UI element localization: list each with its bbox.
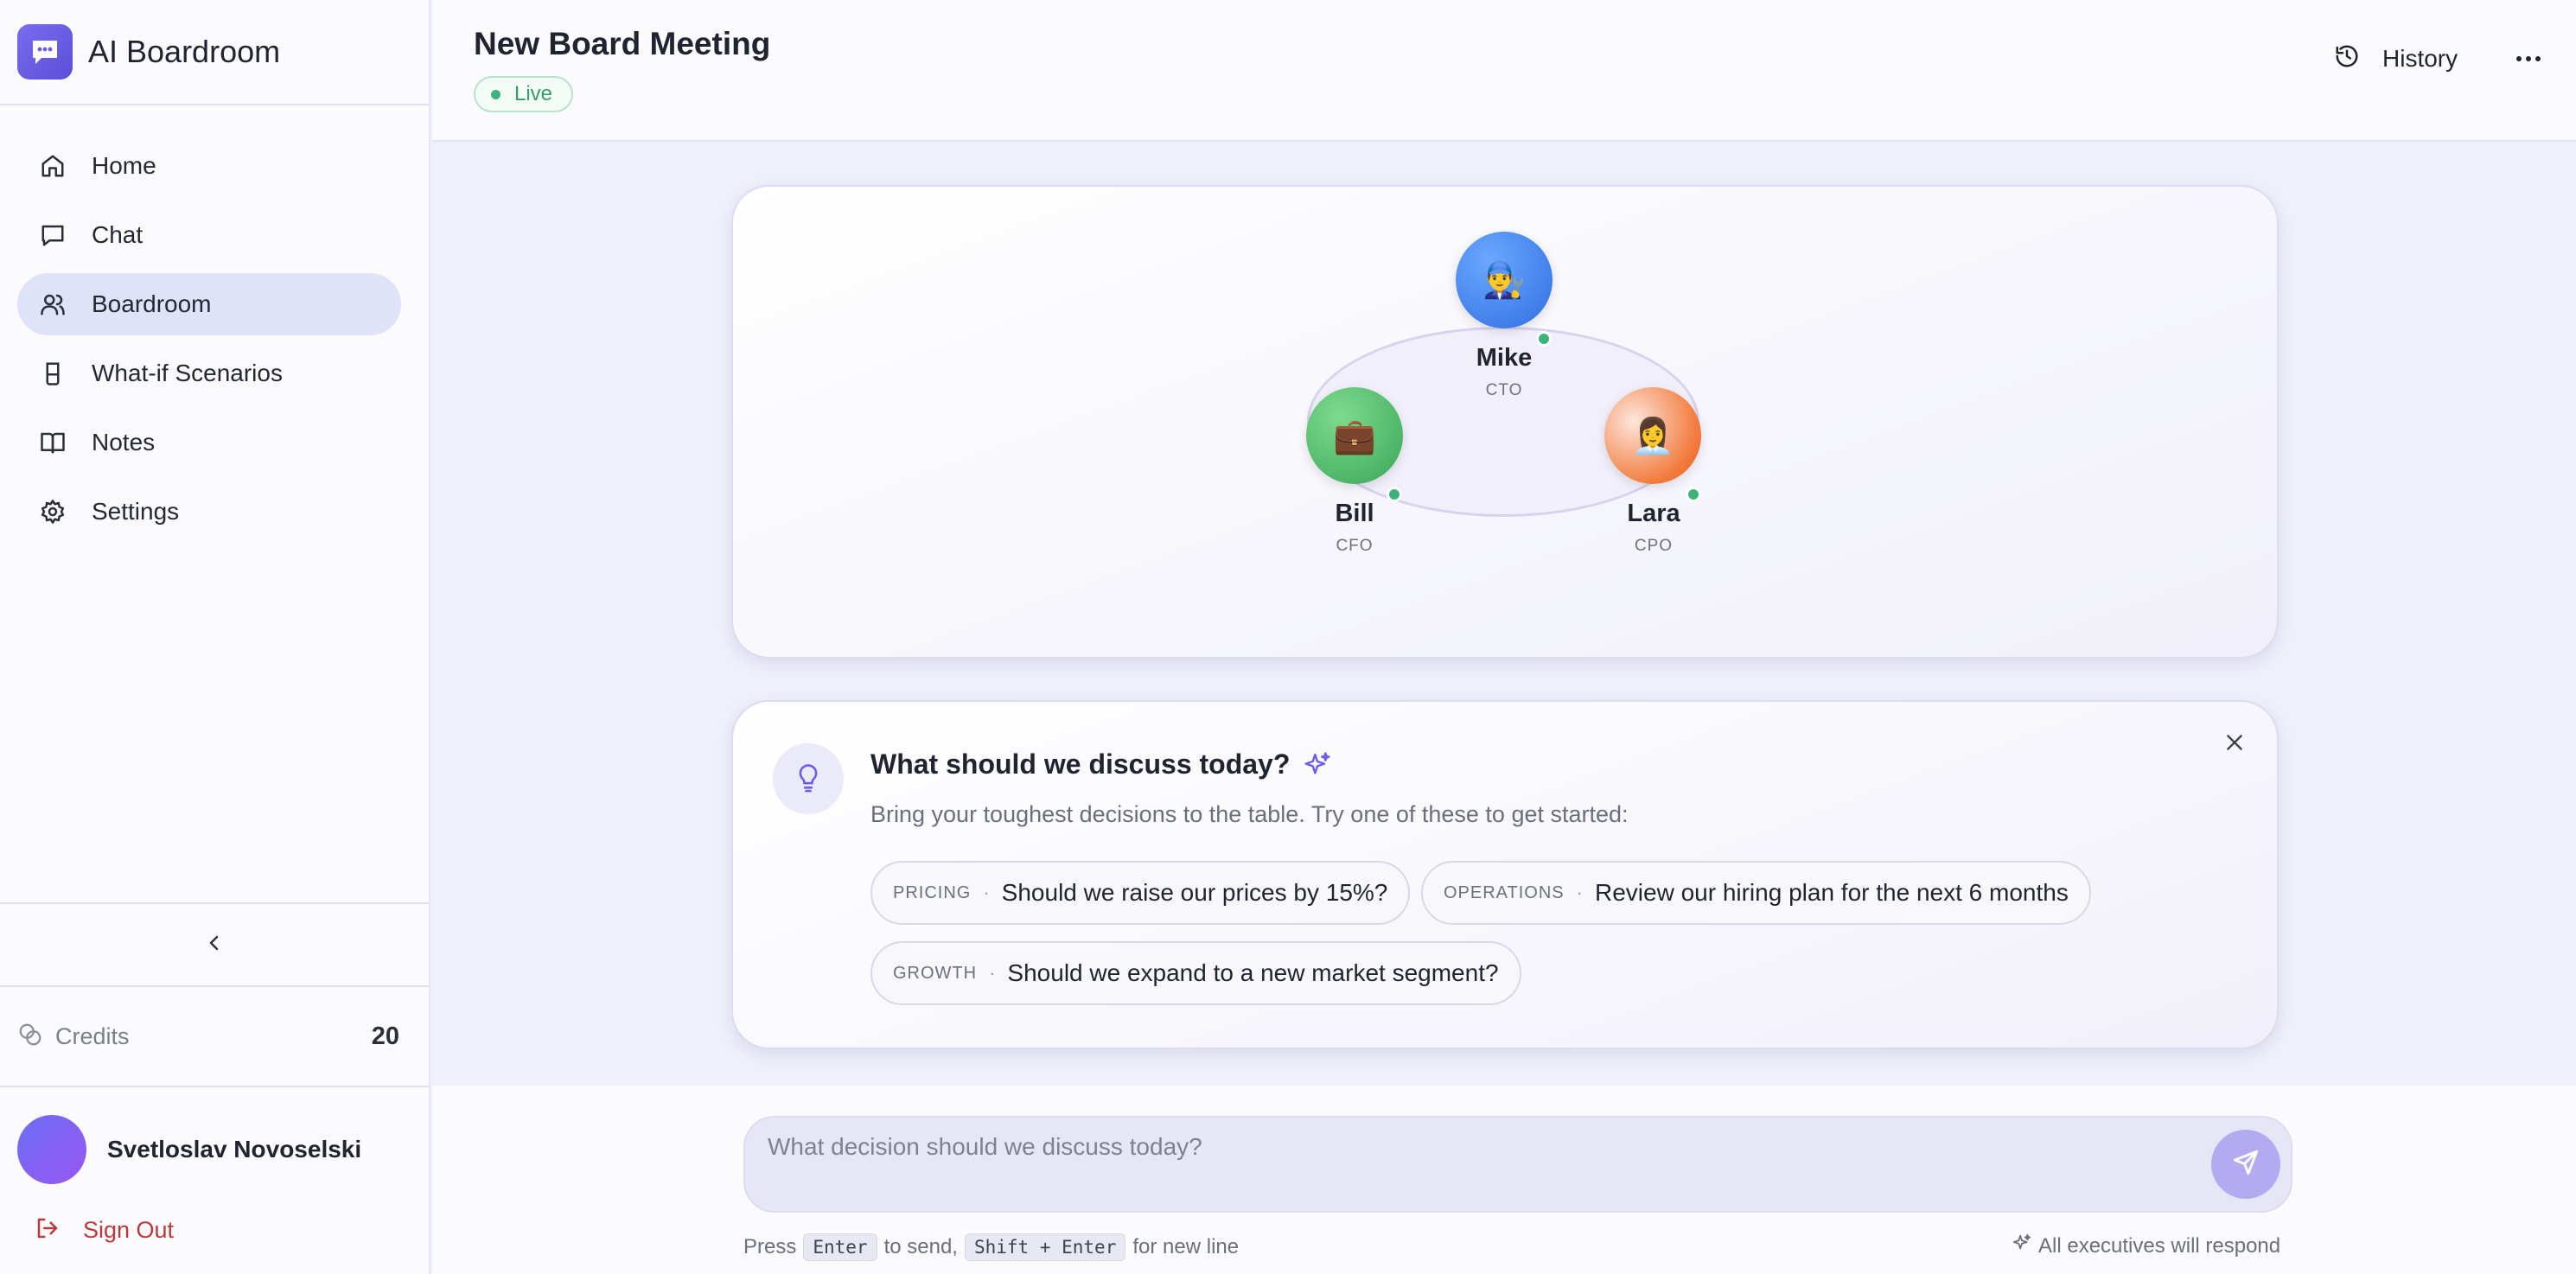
prompt-title: What should we discuss today? — [870, 748, 1291, 780]
executive-name: Lara — [1627, 500, 1680, 527]
enter-key: Enter — [803, 1233, 877, 1261]
message-input[interactable] — [768, 1133, 2151, 1161]
user-profile[interactable]: Svetloslav Novoselski — [17, 1115, 361, 1184]
avatar — [17, 1115, 86, 1184]
more-options-button[interactable] — [2515, 52, 2541, 67]
sidebar-item-chat[interactable]: Chat — [17, 204, 401, 266]
history-button[interactable]: History — [2334, 43, 2458, 73]
page-title: New Board Meeting — [474, 26, 771, 61]
hint-text: Press — [743, 1235, 797, 1258]
chevron-left-icon — [204, 933, 225, 958]
sidebar-item-notes[interactable]: Notes — [17, 411, 401, 474]
executive-name: Mike — [1476, 344, 1533, 372]
sidebar-item-what-if-scenarios[interactable]: What-if Scenarios — [17, 342, 401, 404]
sidebar-item-settings[interactable]: Settings — [17, 481, 401, 543]
lightbulb-icon — [773, 743, 844, 814]
sidebar-item-label: What-if Scenarios — [92, 360, 283, 386]
executive-avatar-mike[interactable]: 👨‍🔧 — [1456, 232, 1553, 328]
credits: Credits 20 — [0, 987, 429, 1087]
executive-role: CTO — [1485, 381, 1523, 399]
sign-out-label: Sign Out — [83, 1217, 175, 1243]
sidebar-item-home[interactable]: Home — [17, 135, 401, 197]
prompt-subtitle: Bring your toughest decisions to the tab… — [870, 801, 1629, 827]
users-icon — [38, 290, 67, 319]
close-icon — [2223, 735, 2246, 757]
sparkles-icon — [2012, 1233, 2031, 1258]
credits-label: Credits — [55, 1022, 130, 1049]
home-icon — [38, 151, 67, 181]
shift-enter-key: Shift + Enter — [964, 1233, 1126, 1261]
suggestion-tag: PRICING — [893, 882, 972, 902]
executive-avatar-lara[interactable]: 👩‍💼 — [1604, 387, 1701, 484]
hint-text: to send, — [883, 1235, 958, 1258]
collapse-sidebar-button[interactable] — [0, 902, 429, 987]
engineer-emoji-icon: 👨‍🔧 — [1482, 261, 1526, 300]
history-label: History — [2382, 44, 2458, 72]
status-badge: Live — [474, 76, 574, 112]
executive-role: CPO — [1634, 537, 1674, 555]
separator-dot: · — [989, 962, 996, 984]
suggestion-text: Should we raise our prices by 15%? — [1001, 879, 1388, 906]
suggestion-tag: OPERATIONS — [1444, 882, 1565, 902]
responders-note: All executives will respond — [2012, 1233, 2280, 1258]
user-name: Svetloslav Novoselski — [107, 1136, 362, 1163]
sidebar-item-label: Settings — [92, 498, 180, 525]
sidebar: AI Boardroom Home Chat Boardroom What-if… — [0, 0, 430, 1274]
book-icon — [38, 428, 67, 457]
suggestion-chip-growth[interactable]: GROWTH · Should we expand to a new marke… — [870, 941, 1521, 1005]
hint-text: for new line — [1132, 1235, 1240, 1258]
chat-bubble-icon — [17, 24, 73, 80]
responders-text: All executives will respond — [2038, 1233, 2281, 1258]
live-dot — [491, 89, 501, 99]
briefcase-emoji-icon: 💼 — [1333, 417, 1376, 455]
status-badge-label: Live — [514, 82, 553, 105]
suggestion-text: Review our hiring plan for the next 6 mo… — [1594, 879, 2069, 906]
history-icon — [2334, 43, 2360, 73]
suggestion-tag: GROWTH — [893, 963, 978, 983]
credits-value: 20 — [371, 1022, 399, 1050]
message-composer — [743, 1116, 2292, 1213]
brand: AI Boardroom — [0, 0, 429, 105]
sign-out-button[interactable]: Sign Out — [35, 1215, 174, 1245]
app-title: AI Boardroom — [88, 34, 281, 69]
keyboard-hint: Press Enter to send, Shift + Enter for n… — [743, 1233, 1239, 1261]
coins-icon — [17, 1022, 43, 1052]
flask-icon — [38, 359, 67, 388]
chat-icon — [38, 220, 67, 250]
sidebar-nav: Home Chat Boardroom What-if Scenarios No… — [0, 105, 429, 543]
gear-icon — [38, 497, 67, 526]
header: New Board Meeting Live History — [432, 0, 2576, 142]
ellipsis-icon — [2515, 52, 2541, 67]
send-icon — [2231, 1148, 2260, 1182]
sidebar-item-label: Boardroom — [92, 290, 212, 317]
sidebar-item-label: Home — [92, 152, 156, 179]
sidebar-item-boardroom[interactable]: Boardroom — [17, 273, 401, 335]
sidebar-item-label: Chat — [92, 221, 143, 248]
office-worker-emoji-icon: 👩‍💼 — [1631, 417, 1674, 455]
suggestion-chip-pricing[interactable]: PRICING · Should we raise our prices by … — [870, 861, 1411, 925]
executive-role: CFO — [1336, 537, 1374, 555]
suggestion-text: Should we expand to a new market segment… — [1007, 959, 1499, 986]
executive-name: Bill — [1335, 500, 1374, 527]
prompt-title-row: What should we discuss today? — [870, 748, 1331, 780]
executive-avatar-bill[interactable]: 💼 — [1306, 387, 1403, 484]
logout-icon — [35, 1215, 61, 1245]
suggestion-chip-operations[interactable]: OPERATIONS · Review our hiring plan for … — [1421, 861, 2091, 925]
separator-dot: · — [1576, 882, 1583, 903]
separator-dot: · — [983, 882, 990, 903]
send-button[interactable] — [2211, 1130, 2280, 1199]
sparkles-icon — [1304, 751, 1331, 779]
sidebar-item-label: Notes — [92, 429, 156, 455]
close-suggestions-button[interactable] — [2223, 731, 2246, 758]
